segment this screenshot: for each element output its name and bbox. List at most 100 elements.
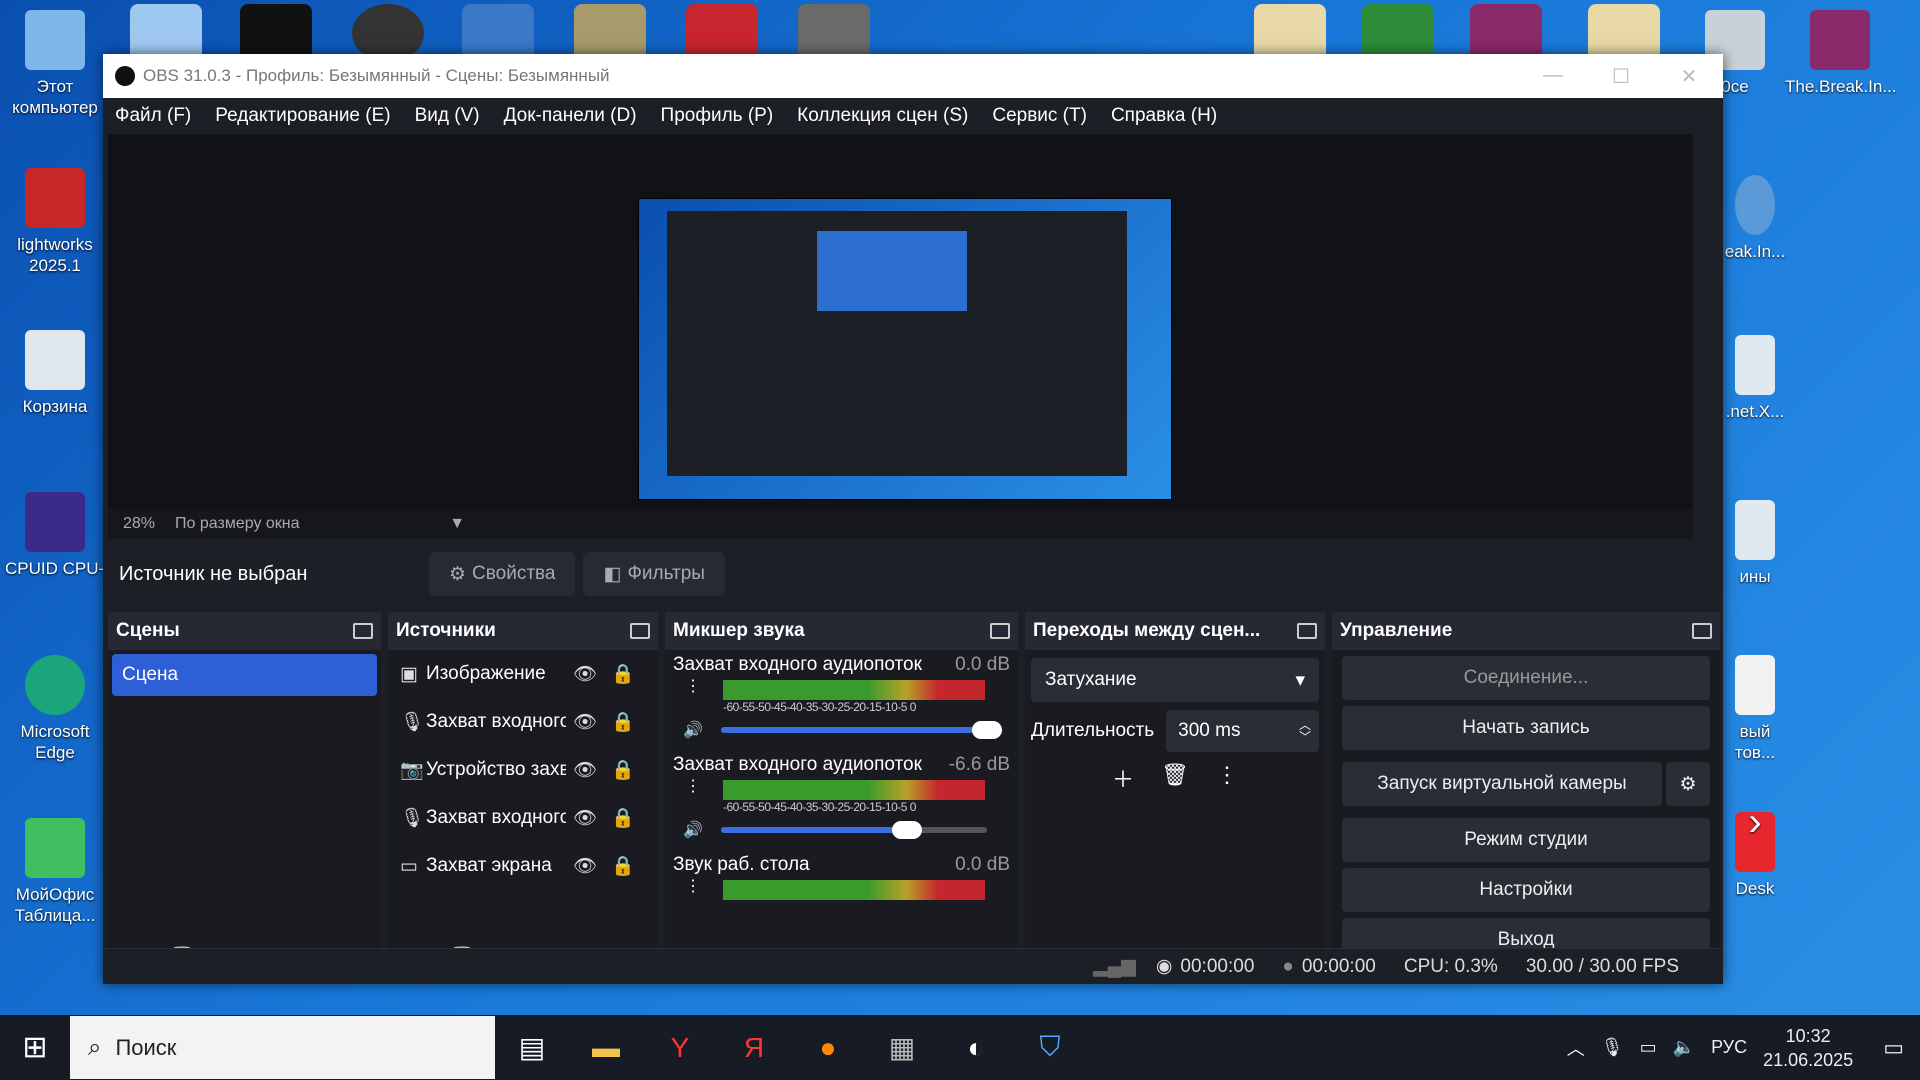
virtual-camera-settings-button[interactable]: ⚙ <box>1666 762 1710 806</box>
taskbar: ⊞ ⌕ Поиск ▤ ▬ Y Я ● ▦ ◐ ⛉ ︿ 🎙 ▭ 🔈 РУС 10… <box>0 1015 1920 1080</box>
filters-button[interactable]: ◧ Фильтры <box>583 552 725 596</box>
clock-date: 21.06.2025 <box>1763 1049 1854 1070</box>
menu-edit[interactable]: Редактирование (E) <box>215 105 390 127</box>
preview-area[interactable] <box>108 134 1693 509</box>
yandex-icon[interactable]: Я <box>717 1032 791 1064</box>
file-explorer-icon[interactable]: ▬ <box>569 1032 643 1064</box>
minimize-button[interactable]: — <box>1519 64 1587 89</box>
source-item[interactable]: 🎙 Захват входного 👁 🔒 <box>388 698 658 746</box>
eye-icon[interactable]: 👁 <box>566 710 604 734</box>
clock[interactable]: 10:32 21.06.2025 <box>1763 1024 1853 1072</box>
desktop-icon-cpuz[interactable]: CPUID CPU-Z <box>5 492 115 579</box>
spinner-icon[interactable]: ︿ ﹀ <box>1299 719 1311 743</box>
duration-input[interactable]: 300 ms ︿ ﹀ <box>1166 710 1319 752</box>
yandex-browser-icon[interactable]: Y <box>643 1032 717 1064</box>
eye-icon[interactable]: 👁 <box>566 662 604 686</box>
taskbar-search[interactable]: ⌕ Поиск <box>70 1016 495 1079</box>
windows-start-icon[interactable]: ⊞ <box>0 1030 70 1065</box>
eye-icon[interactable]: 👁 <box>566 854 604 878</box>
desktop-icon-anydesk[interactable]: › Desk <box>1710 802 1800 899</box>
desktop-icon-breakin-2[interactable]: eak.In... <box>1710 175 1800 262</box>
volume-slider[interactable] <box>721 821 987 839</box>
properties-button[interactable]: ⚙ Свойства <box>429 552 576 596</box>
source-toolbar: Источник не выбран ⚙ Свойства ◧ Фильтры <box>103 544 1723 604</box>
source-item[interactable]: 📷 Устройство захв 👁 🔒 <box>388 746 658 794</box>
desktop-icon-ini[interactable]: ины <box>1710 500 1800 587</box>
more-options-icon[interactable]: ⋮ <box>673 776 713 800</box>
firefox-icon[interactable]: ● <box>791 1032 865 1064</box>
network-icon[interactable]: ▭ <box>1640 1037 1657 1058</box>
preview-canvas[interactable] <box>638 198 1172 500</box>
volume-knob[interactable] <box>972 721 1002 739</box>
menu-scene-collection[interactable]: Коллекция сцен (S) <box>797 105 968 127</box>
desktop-icon-netx[interactable]: .net.X... <box>1710 335 1800 422</box>
desktop-icon-breakin[interactable]: The.Break.In... <box>1785 10 1897 97</box>
menu-profile[interactable]: Профиль (P) <box>661 105 774 127</box>
obs-taskbar-icon[interactable]: ◐ <box>939 1032 1013 1064</box>
close-button[interactable]: ✕ <box>1655 64 1723 89</box>
scene-item[interactable]: Сцена <box>112 654 377 696</box>
transition-select[interactable]: Затухание ▾ <box>1031 658 1319 702</box>
eye-icon[interactable]: 👁 <box>566 806 604 830</box>
virtual-camera-button[interactable]: Запуск виртуальной камеры <box>1342 762 1662 806</box>
desktop-icon-new[interactable]: вый тов... <box>1710 655 1800 763</box>
duration-value: 300 ms <box>1178 720 1241 741</box>
undock-icon[interactable] <box>990 623 1010 639</box>
volume-slider[interactable] <box>721 721 1002 739</box>
search-icon: ⌕ <box>88 1033 102 1061</box>
maximize-button[interactable]: ☐ <box>1587 64 1655 89</box>
source-item[interactable]: 🎙 Захват входного 👁 🔒 <box>388 794 658 842</box>
connect-button[interactable]: Соединение... <box>1342 656 1710 700</box>
notifications-icon[interactable]: ▭ <box>1883 1035 1904 1061</box>
desktop-icon-lightworks[interactable]: lightworks 2025.1 <box>5 168 105 276</box>
desktop-icon-this-pc[interactable]: Этот компьютер <box>5 10 105 118</box>
undock-icon[interactable] <box>630 623 650 639</box>
channel-name: Звук раб. стола <box>673 854 810 875</box>
channel-db: -6.6 dB <box>948 754 1010 775</box>
speaker-icon[interactable]: 🔊 <box>673 720 713 740</box>
language-indicator[interactable]: РУС <box>1711 1037 1747 1058</box>
menu-file[interactable]: Файл (F) <box>115 105 191 127</box>
menu-view[interactable]: Вид (V) <box>415 105 480 127</box>
menu-docks[interactable]: Док-панели (D) <box>504 105 637 127</box>
zoom-mode-select[interactable]: По размеру окна ▼ <box>175 515 465 533</box>
shield-app-icon[interactable]: ⛉ <box>1013 1031 1087 1064</box>
lock-icon[interactable]: 🔒 <box>604 758 642 782</box>
start-recording-button[interactable]: Начать запись <box>1342 706 1710 750</box>
stream-icon: ◉ <box>1155 956 1173 977</box>
lock-icon[interactable]: 🔒 <box>604 854 642 878</box>
undock-icon[interactable] <box>1692 623 1712 639</box>
file-icon <box>1735 655 1775 715</box>
obs-logo-icon <box>115 66 135 86</box>
volume-icon[interactable]: 🔈 <box>1673 1037 1695 1058</box>
undock-icon[interactable] <box>1297 623 1317 639</box>
menu-tools[interactable]: Сервис (T) <box>992 105 1087 127</box>
undock-icon[interactable] <box>353 623 373 639</box>
source-item[interactable]: ▭ Захват экрана 👁 🔒 <box>388 842 658 890</box>
trash-icon[interactable]: 🗑 <box>1149 762 1201 794</box>
source-name: Устройство захв <box>426 759 566 780</box>
volume-knob[interactable] <box>892 821 923 839</box>
microphone-icon[interactable]: 🎙 <box>1601 1037 1624 1058</box>
more-options-icon[interactable]: ⋮ <box>1201 762 1253 794</box>
settings-button[interactable]: Настройки <box>1342 868 1710 912</box>
eye-icon[interactable]: 👁 <box>566 758 604 782</box>
lock-icon[interactable]: 🔒 <box>604 662 642 686</box>
photo-app-icon[interactable]: ▦ <box>865 1031 939 1064</box>
desktop-icon-edge[interactable]: Microsoft Edge <box>5 655 105 763</box>
desktop-icon-myoffice[interactable]: МойОфис Таблица... <box>5 818 105 926</box>
desktop-icon-recycle-bin[interactable]: Корзина <box>5 330 105 417</box>
source-item[interactable]: ▣ Изображение 👁 🔒 <box>388 650 658 698</box>
lock-icon[interactable]: 🔒 <box>604 710 642 734</box>
lock-icon[interactable]: 🔒 <box>604 806 642 830</box>
title-bar[interactable]: OBS 31.0.3 - Профиль: Безымянный - Сцены… <box>103 54 1723 98</box>
menu-help[interactable]: Справка (H) <box>1111 105 1217 127</box>
task-view-icon[interactable]: ▤ <box>495 1031 569 1064</box>
speaker-icon[interactable]: 🔊 <box>673 820 713 840</box>
cpu-usage: CPU: 0.3% <box>1403 955 1498 977</box>
more-options-icon[interactable]: ⋮ <box>673 676 713 700</box>
more-options-icon[interactable]: ⋮ <box>673 876 713 900</box>
studio-mode-button[interactable]: Режим студии <box>1342 818 1710 862</box>
chevron-up-icon[interactable]: ︿ <box>1567 1035 1585 1061</box>
add-icon[interactable]: ＋ <box>1097 762 1149 794</box>
